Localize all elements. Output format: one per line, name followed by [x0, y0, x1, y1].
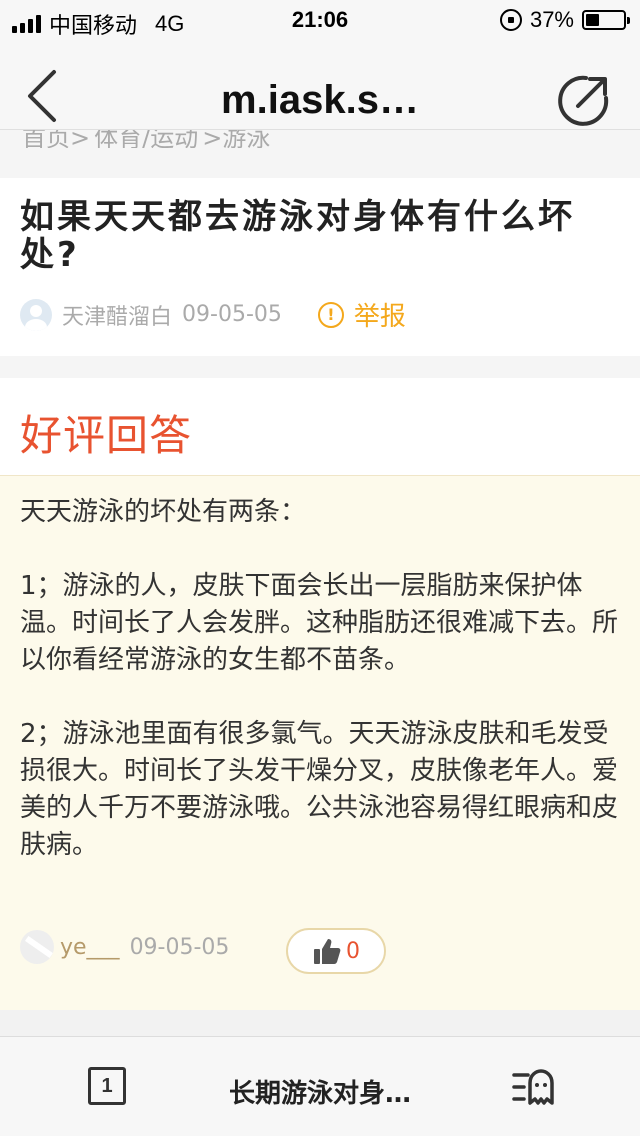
asker-row: 天津醋溜白 09-05-05 ! 举报	[20, 296, 406, 333]
share-button[interactable]	[556, 74, 610, 128]
question-title: 如果天天都去游泳对身体有什么坏处?	[20, 197, 575, 275]
battery-fill	[586, 14, 600, 26]
answerer-name[interactable]: ye___	[60, 935, 120, 960]
report-button[interactable]: ! 举报	[317, 296, 406, 333]
battery-icon	[582, 10, 630, 30]
question-card: 如果天天都去游泳对身体有什么坏处? 天津醋溜白 09-05-05 ! 举报	[0, 178, 640, 356]
answer-date: 09-05-05	[129, 934, 230, 960]
list-search-icon	[512, 1069, 554, 1105]
answerer-row: ye___ 09-05-05	[20, 930, 229, 964]
like-button[interactable]: 0	[286, 928, 386, 974]
page-url-title: m.iask.s…	[221, 78, 419, 122]
answer-paragraph: 天天游泳的坏处有两条：	[20, 497, 307, 527]
asker-avatar[interactable]	[20, 298, 52, 331]
bottom-toolbar: 1 长期游泳对身…	[0, 1036, 640, 1136]
status-right: 37%	[499, 7, 630, 33]
best-answer-title: 好评回答	[20, 411, 193, 460]
navigation-bar: m.iask.s…	[0, 40, 640, 130]
thumbs-up-icon	[314, 939, 341, 964]
answer-text: 天天游泳的坏处有两条： 1；游泳的人，皮肤下面会长出一层脂肪来保护体温。时间长了…	[20, 494, 625, 864]
best-answer-header: 好评回答	[0, 378, 640, 476]
share-icon	[558, 75, 609, 126]
battery-percent: 37%	[529, 7, 574, 32]
exclamation-circle-icon: !	[317, 301, 344, 328]
status-bar: 中国移动 4G 21:06 37%	[0, 0, 640, 40]
answer-paragraph: 1；游泳的人，皮肤下面会长出一层脂肪来保护体温。时间长了人会发胖。这种脂肪还很难…	[20, 571, 619, 675]
answerer-avatar[interactable]	[20, 930, 54, 964]
reader-list-button[interactable]	[512, 1067, 554, 1107]
report-label: 举报	[353, 302, 406, 332]
question-date: 09-05-05	[182, 302, 282, 327]
asker-name[interactable]: 天津醋溜白	[62, 299, 172, 331]
answer-paragraph: 2；游泳池里面有很多氯气。天天游泳皮肤和毛发受损很大。时间长了头发干燥分叉，皮肤…	[20, 719, 619, 860]
rotation-lock-icon	[499, 9, 522, 31]
like-count: 0	[346, 938, 360, 964]
section-divider	[0, 1010, 640, 1036]
